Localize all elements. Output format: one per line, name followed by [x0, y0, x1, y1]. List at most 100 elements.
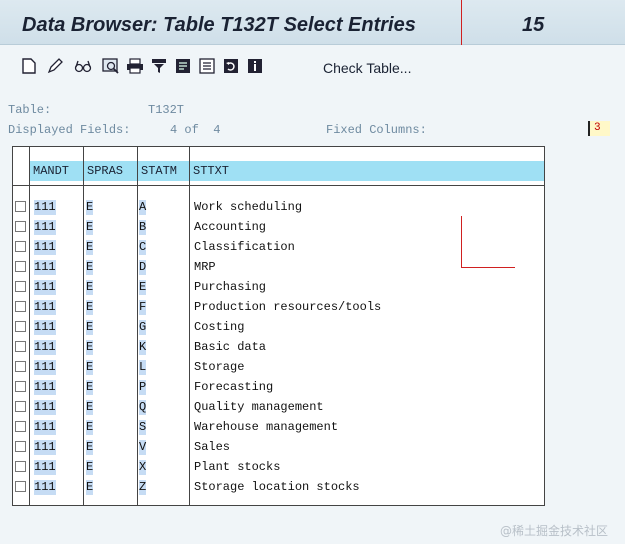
- detail-search-icon[interactable]: [102, 57, 120, 75]
- cell-statm: C: [139, 240, 147, 255]
- fixed-columns-input[interactable]: 3: [588, 121, 610, 136]
- cell-sttxt: Classification: [194, 240, 295, 254]
- table-row[interactable]: 111 E X Plant stocks: [13, 458, 544, 478]
- cell-sttxt: Sales: [194, 440, 231, 454]
- cell-sttxt: Quality management: [194, 400, 324, 414]
- column-header-mandt[interactable]: MANDT: [30, 161, 83, 181]
- print-icon[interactable]: [126, 57, 144, 75]
- row-select-checkbox[interactable]: [15, 261, 26, 272]
- cell-sttxt: MRP: [194, 260, 216, 274]
- cell-statm: V: [139, 440, 147, 455]
- cell-statm: G: [139, 320, 147, 335]
- cell-statm: D: [139, 260, 147, 275]
- filter-icon[interactable]: [150, 57, 168, 75]
- cell-statm: B: [139, 220, 147, 235]
- cell-spras: E: [86, 320, 94, 335]
- annotation-marker-line: [461, 0, 462, 47]
- table-row[interactable]: 111 E P Forecasting: [13, 378, 544, 398]
- table-row[interactable]: 111 E F Production resources/tools: [13, 298, 544, 318]
- cell-sttxt: Storage location stocks: [194, 480, 360, 494]
- column-header-spras[interactable]: SPRAS: [84, 161, 137, 181]
- cell-statm: Q: [139, 400, 147, 415]
- row-select-checkbox[interactable]: [15, 401, 26, 412]
- cell-spras: E: [86, 240, 94, 255]
- displayed-fields-label: Displayed Fields:: [8, 123, 131, 137]
- row-select-checkbox[interactable]: [15, 441, 26, 452]
- cell-spras: E: [86, 280, 94, 295]
- refresh-icon[interactable]: [222, 57, 240, 75]
- cell-sttxt: Accounting: [194, 220, 267, 234]
- cell-statm: K: [139, 340, 147, 355]
- row-select-checkbox[interactable]: [15, 381, 26, 392]
- row-select-checkbox[interactable]: [15, 221, 26, 232]
- annotation-marker-line: [461, 216, 462, 267]
- cell-spras: E: [86, 420, 94, 435]
- row-select-checkbox[interactable]: [15, 281, 26, 292]
- cell-mandt: 111: [34, 320, 56, 335]
- cell-spras: E: [86, 340, 94, 355]
- title-bar: Data Browser: Table T132T Select Entries…: [0, 0, 625, 45]
- table-row[interactable]: 111 E B Accounting: [13, 218, 544, 238]
- glasses-icon[interactable]: [74, 57, 92, 75]
- cell-mandt: 111: [34, 460, 56, 475]
- cell-spras: E: [86, 380, 94, 395]
- annotation-marker-line: [461, 267, 515, 268]
- table-row[interactable]: 111 E E Purchasing: [13, 278, 544, 298]
- cell-statm: S: [139, 420, 147, 435]
- row-select-checkbox[interactable]: [15, 421, 26, 432]
- row-select-checkbox[interactable]: [15, 341, 26, 352]
- new-document-icon[interactable]: [20, 57, 38, 75]
- column-header-sttxt[interactable]: STTXT: [190, 161, 544, 181]
- table-row[interactable]: 111 E Q Quality management: [13, 398, 544, 418]
- cell-spras: E: [86, 400, 94, 415]
- cell-mandt: 111: [34, 200, 56, 215]
- cell-mandt: 111: [34, 240, 56, 255]
- table-row[interactable]: 111 E C Classification: [13, 238, 544, 258]
- row-select-checkbox[interactable]: [15, 481, 26, 492]
- cell-sttxt: Plant stocks: [194, 460, 281, 474]
- table-row[interactable]: 111 E S Warehouse management: [13, 418, 544, 438]
- cell-sttxt: Storage: [194, 360, 245, 374]
- page-title: Data Browser: Table T132T Select Entries: [22, 14, 416, 36]
- cell-statm: A: [139, 200, 147, 215]
- cell-mandt: 111: [34, 400, 56, 415]
- table-row[interactable]: 111 E G Costing: [13, 318, 544, 338]
- table-name-value: T132T: [148, 103, 185, 117]
- data-grid: MANDT SPRAS STATM STTXT 111 E A Work schedu…: [12, 146, 545, 506]
- row-select-checkbox[interactable]: [15, 461, 26, 472]
- cell-spras: E: [86, 220, 94, 235]
- entry-count: 15: [522, 14, 545, 36]
- table-label: Table:: [8, 103, 52, 117]
- cell-spras: E: [86, 440, 94, 455]
- row-select-checkbox[interactable]: [15, 301, 26, 312]
- cell-sttxt: Costing: [194, 320, 245, 334]
- column-header-statm[interactable]: STATM: [138, 161, 189, 181]
- table-row[interactable]: 111 E A Work scheduling: [13, 198, 544, 218]
- table-row[interactable]: 111 E K Basic data: [13, 338, 544, 358]
- table-row[interactable]: 111 E D MRP: [13, 258, 544, 278]
- row-select-checkbox[interactable]: [15, 201, 26, 212]
- table-row[interactable]: 111 E Z Storage location stocks: [13, 478, 544, 498]
- edit-pencil-icon[interactable]: [46, 57, 64, 75]
- row-select-checkbox[interactable]: [15, 321, 26, 332]
- application-toolbar: Check Table...: [0, 45, 625, 89]
- cell-sttxt: Production resources/tools: [194, 300, 382, 314]
- cell-spras: E: [86, 200, 94, 215]
- cell-mandt: 111: [34, 440, 56, 455]
- table-row[interactable]: 111 E L Storage: [13, 358, 544, 378]
- cell-sttxt: Basic data: [194, 340, 267, 354]
- row-select-checkbox[interactable]: [15, 241, 26, 252]
- row-select-checkbox[interactable]: [15, 361, 26, 372]
- check-table-button[interactable]: Check Table...: [323, 60, 411, 76]
- cell-spras: E: [86, 460, 94, 475]
- cell-mandt: 111: [34, 280, 56, 295]
- table-row[interactable]: 111 E V Sales: [13, 438, 544, 458]
- cell-mandt: 111: [34, 420, 56, 435]
- export-icon[interactable]: [174, 57, 192, 75]
- cell-mandt: 111: [34, 220, 56, 235]
- list-icon[interactable]: [198, 57, 216, 75]
- info-icon[interactable]: [246, 57, 264, 75]
- cell-mandt: 111: [34, 300, 56, 315]
- cell-statm: Z: [139, 480, 147, 495]
- cell-mandt: 111: [34, 260, 56, 275]
